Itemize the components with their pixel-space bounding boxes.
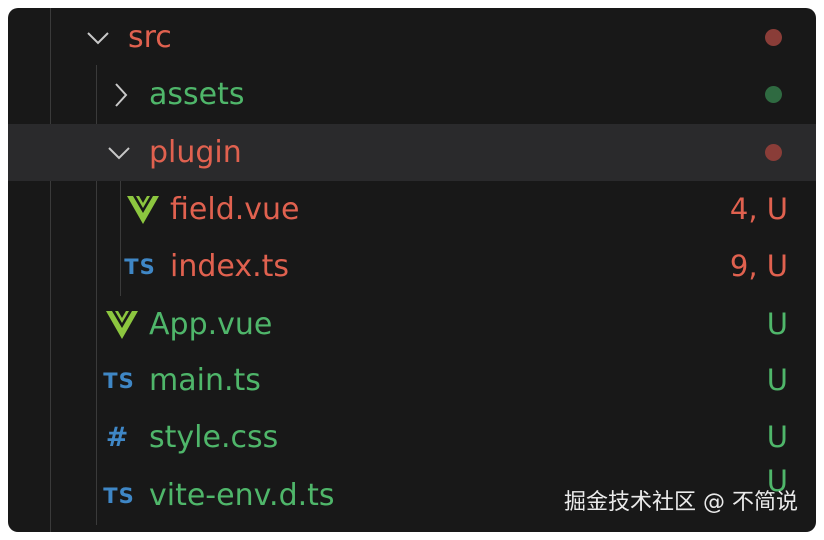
tree-item-src-folder[interactable]: src: [8, 9, 816, 66]
tree-item-assets-folder[interactable]: assets: [8, 66, 816, 123]
vue-icon: [126, 181, 160, 238]
tree-item-app-vue[interactable]: App.vue U: [8, 296, 816, 353]
file-name: style.css: [149, 420, 279, 455]
git-status-badge: 9, U: [729, 249, 788, 283]
file-name: index.ts: [170, 249, 290, 284]
chevron-down-icon[interactable]: [106, 124, 132, 181]
typescript-icon: TS: [124, 254, 156, 279]
folder-name: plugin: [149, 135, 242, 170]
typescript-icon: TS: [103, 368, 135, 393]
tree-item-style-css[interactable]: # style.css U: [8, 409, 816, 466]
file-name: App.vue: [149, 307, 273, 342]
file-name: field.vue: [170, 192, 300, 227]
chevron-right-icon[interactable]: [108, 66, 134, 123]
git-status-badge: U: [766, 363, 788, 397]
tree-item-field-vue[interactable]: field.vue 4, U: [8, 181, 816, 238]
file-explorer-panel: src assets plugin field.vue 4, U TS inde…: [8, 8, 816, 532]
tree-item-index-ts[interactable]: TS index.ts 9, U: [8, 238, 816, 295]
git-status-badge: 4, U: [729, 192, 788, 226]
file-name: vite-env.d.ts: [149, 478, 335, 513]
git-untracked-dot: [765, 86, 782, 103]
typescript-icon: TS: [103, 483, 135, 508]
folder-name: src: [128, 20, 172, 55]
git-modified-dot: [765, 29, 782, 46]
vue-icon: [105, 296, 139, 353]
css-icon: #: [105, 422, 129, 453]
tree-item-main-ts[interactable]: TS main.ts U: [8, 352, 816, 409]
file-name: main.ts: [149, 363, 261, 398]
folder-name: assets: [149, 77, 245, 112]
chevron-down-icon[interactable]: [85, 9, 111, 66]
git-modified-dot: [765, 144, 782, 161]
git-status-badge: U: [766, 307, 788, 341]
tree-item-plugin-folder[interactable]: plugin: [8, 124, 816, 181]
watermark: 掘金技术社区 @ 不简说: [564, 490, 798, 515]
